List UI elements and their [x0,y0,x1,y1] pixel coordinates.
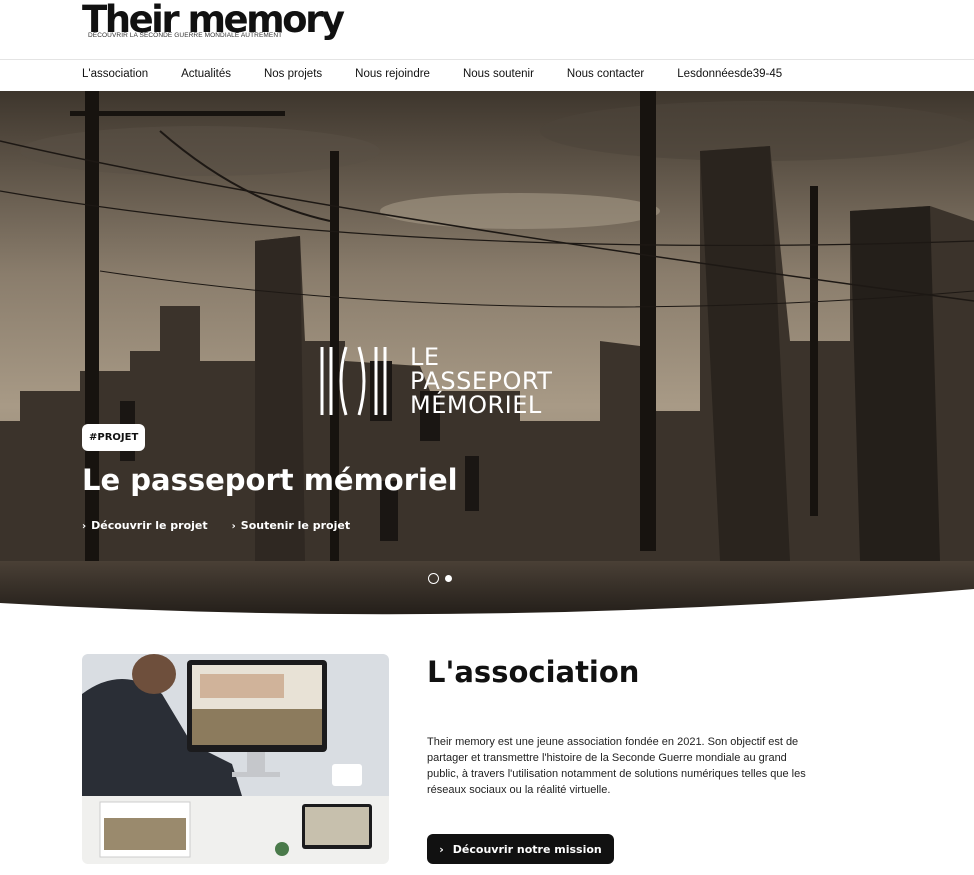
discover-project-label: Découvrir le projet [91,519,208,532]
chevron-right-icon: › [439,842,444,856]
passport-memoriel-logo: LE PASSEPORT MÉMORIEL [318,343,552,419]
logo-subtitle: DÉCOUVRIR LA SECONDE GUERRE MONDIALE AUT… [88,32,283,39]
site-header: Their memory DÉCOUVRIR LA SECONDE GUERRE… [0,0,974,60]
passport-logo-line-1: LE [410,343,440,371]
slide-dot-1[interactable] [428,573,439,584]
site-logo[interactable]: Their memory DÉCOUVRIR LA SECONDE GUERRE… [82,0,345,40]
association-photo [82,654,389,864]
discover-mission-button[interactable]: › Découvrir notre mission [427,834,614,864]
nav-item-projets[interactable]: Nos projets [264,68,322,80]
hero-title: Le passeport mémoriel [82,463,458,497]
nav-item-rejoindre[interactable]: Nous rejoindre [355,68,430,80]
nav-item-donnees[interactable]: Lesdonnéesde39-45 [677,68,782,80]
project-tag[interactable]: #PROJET [82,424,146,451]
slider-pagination [428,573,458,584]
support-project-label: Soutenir le projet [240,519,351,532]
hero-links: › Découvrir le projet › Soutenir le projet [82,519,374,532]
support-project-link[interactable]: › Soutenir le projet [232,519,350,532]
hero-slider: LE PASSEPORT MÉMORIEL #PROJET Le passepo… [0,91,974,616]
association-title: L'association [427,655,640,689]
passport-logo-line-2: PASSEPORT [410,367,553,395]
passport-mark-icon [320,346,387,416]
discover-project-link[interactable]: › Découvrir le projet [82,519,208,532]
chevron-right-icon: › [82,521,87,532]
main-nav: L'association Actualités Nos projets Nou… [0,60,974,91]
association-image [82,654,389,864]
nav-item-contact[interactable]: Nous contacter [567,68,644,80]
slide-dot-2[interactable] [445,575,452,582]
discover-mission-label: Découvrir notre mission [452,842,602,856]
nav-item-association[interactable]: L'association [82,68,148,80]
nav-item-soutenir[interactable]: Nous soutenir [463,68,534,80]
passport-logo-line-3: MÉMORIEL [410,391,542,419]
nav-item-actualites[interactable]: Actualités [181,68,231,80]
association-description: Their memory est une jeune association f… [427,736,806,796]
chevron-right-icon: › [231,521,236,532]
